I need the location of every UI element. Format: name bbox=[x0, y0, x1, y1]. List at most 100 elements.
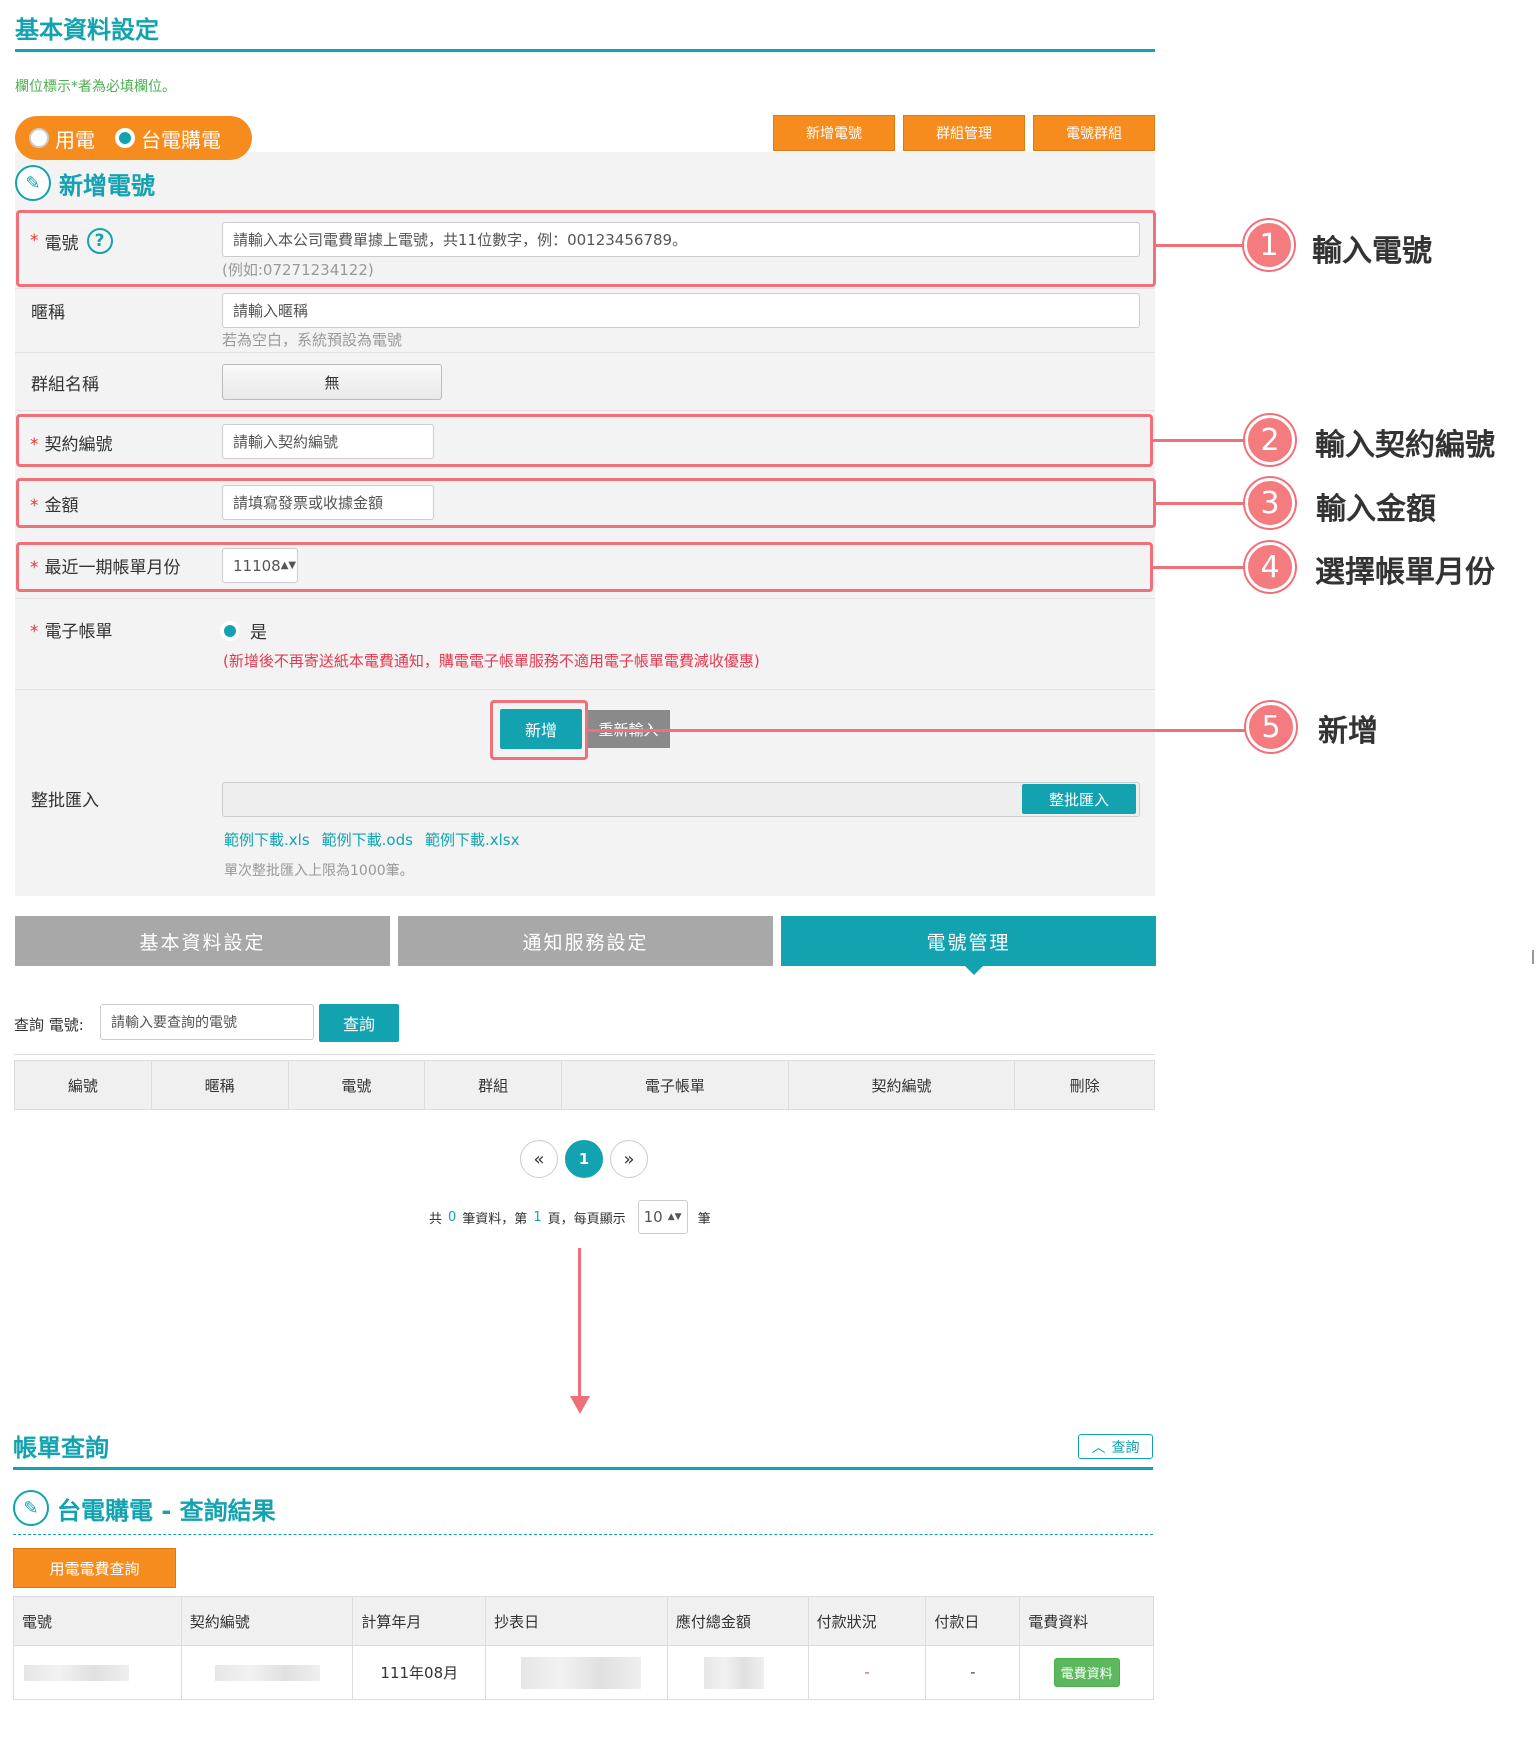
fee-query-button[interactable]: 用電電費查詢 bbox=[13, 1548, 176, 1588]
bill-query-label: 查詢 bbox=[1111, 1439, 1140, 1456]
section-header: ✎ 新增電號 bbox=[15, 165, 155, 201]
ebill-label-wrap: * 電子帳單 bbox=[30, 617, 113, 642]
month-select[interactable]: 11108 ▲▼ bbox=[222, 548, 298, 583]
bill-title: 帳單查詢 bbox=[13, 1434, 109, 1462]
tab-notify-settings[interactable]: 通知服務設定 bbox=[398, 916, 773, 966]
dashed-divider bbox=[13, 1534, 1153, 1535]
tab-basic-settings[interactable]: 基本資料設定 bbox=[15, 916, 390, 966]
cell-amount bbox=[668, 1646, 809, 1699]
nickname-label: 暱稱 bbox=[31, 303, 65, 323]
batch-import-button[interactable]: 整批匯入 bbox=[1022, 784, 1136, 814]
prev-page-button[interactable]: « bbox=[520, 1140, 558, 1178]
callout-line-1 bbox=[1156, 244, 1256, 247]
result-header: ✎ 台電購電 - 查詢結果 bbox=[13, 1490, 276, 1526]
add-meter-button[interactable]: 新增電號 bbox=[773, 115, 895, 151]
nickname-input[interactable]: 請輸入暱稱 bbox=[222, 293, 1140, 328]
required-star: * bbox=[30, 231, 39, 251]
callout-line-2 bbox=[1153, 439, 1256, 442]
redacted-read-date bbox=[521, 1656, 642, 1689]
query-button[interactable]: 查詢 bbox=[319, 1004, 399, 1042]
bh-read-date: 抄表日 bbox=[486, 1597, 668, 1645]
th-phone: 電號 bbox=[289, 1061, 426, 1109]
divider bbox=[14, 1054, 1155, 1055]
redacted-phone bbox=[24, 1664, 129, 1681]
cell-detail: 電費資料 bbox=[1020, 1646, 1153, 1699]
month-label: 最近一期帳單月份 bbox=[44, 558, 181, 578]
nickname-hint: 若為空白，系統預設為電號 bbox=[222, 331, 403, 349]
bh-phone: 電號 bbox=[14, 1597, 182, 1645]
bh-detail: 電費資料 bbox=[1028, 1612, 1089, 1631]
total-mid: 筆資料，第 bbox=[462, 1211, 528, 1227]
radio-option2-selected[interactable] bbox=[115, 128, 135, 148]
ebill-option[interactable]: 是 bbox=[220, 618, 267, 643]
scrollbar-marker[interactable] bbox=[1532, 950, 1534, 964]
bh-contract: 契約編號 bbox=[182, 1597, 354, 1645]
required-star: * bbox=[30, 435, 39, 455]
amount-label-wrap: * 金額 bbox=[30, 491, 79, 516]
batch-file-input[interactable] bbox=[222, 782, 1140, 817]
sample-xlsx-link[interactable]: 範例下載.xlsx bbox=[425, 829, 520, 850]
radio-option1[interactable] bbox=[29, 128, 49, 148]
ebill-label: 電子帳單 bbox=[44, 622, 113, 642]
redacted-amount bbox=[703, 1656, 764, 1689]
fee-detail-button[interactable]: 電費資料 bbox=[1053, 1658, 1120, 1687]
flow-arrow-head bbox=[570, 1396, 590, 1414]
option1-label[interactable]: 用電 bbox=[55, 124, 95, 153]
ebill-radio-selected[interactable] bbox=[220, 620, 240, 641]
sample-xls-link[interactable]: 範例下載.xls bbox=[224, 829, 310, 850]
amount-input[interactable]: 請填寫發票或收據金額 bbox=[222, 485, 434, 520]
month-value: 11108 bbox=[233, 556, 281, 575]
callout-text-5: 新增 bbox=[1318, 714, 1378, 749]
page-title: 基本資料設定 bbox=[15, 16, 159, 44]
page-1-button[interactable]: 1 bbox=[565, 1140, 603, 1178]
callout-text-4: 選擇帳單月份 bbox=[1315, 555, 1495, 590]
bill-title-bar: 帳單查詢 bbox=[13, 1428, 1153, 1470]
callout-text-2: 輸入契約編號 bbox=[1315, 428, 1495, 463]
add-submit-button[interactable]: 新增 bbox=[500, 709, 582, 749]
cell-month: 111年08月 bbox=[353, 1646, 487, 1699]
select-arrows-icon: ▲▼ bbox=[667, 1212, 682, 1222]
contract-input[interactable]: 請輸入契約編號 bbox=[222, 424, 434, 459]
callout-badge-2: 2 bbox=[1245, 415, 1295, 465]
ebill-option-label: 是 bbox=[250, 623, 267, 643]
callout-text-3: 輸入金額 bbox=[1316, 492, 1436, 527]
section-title: 新增電號 bbox=[59, 171, 155, 200]
required-star: * bbox=[30, 496, 39, 516]
divider bbox=[15, 288, 1155, 289]
phone-input[interactable]: 請輸入本公司電費單據上電號，共11位數字，例：00123456789。 bbox=[222, 222, 1140, 257]
th-ebill: 電子帳單 bbox=[562, 1061, 789, 1109]
bill-query-toggle-button[interactable]: ︿ 查詢 bbox=[1078, 1434, 1153, 1459]
per-page-select[interactable]: 10 ▲▼ bbox=[637, 1200, 688, 1234]
callout-badge-3: 3 bbox=[1245, 478, 1295, 528]
required-note: 欄位標示*者為必填欄位。 bbox=[15, 79, 176, 95]
query-label: 查詢 電號: bbox=[14, 1016, 84, 1034]
per-page-value: 10 bbox=[643, 1208, 663, 1226]
flow-arrow-line bbox=[578, 1248, 581, 1400]
callout-line-4 bbox=[1153, 566, 1256, 569]
callout-text-1: 輸入電號 bbox=[1312, 234, 1432, 269]
callout-badge-4: 4 bbox=[1245, 542, 1295, 592]
bh-amount: 應付總金額 bbox=[668, 1597, 809, 1645]
tab-meter-manage[interactable]: 電號管理 bbox=[781, 916, 1156, 966]
option2-label[interactable]: 台電購電 bbox=[141, 124, 221, 153]
callout-box-3 bbox=[16, 478, 1156, 528]
query-input[interactable]: 請輸入要查詢的電號 bbox=[100, 1004, 314, 1040]
divider bbox=[15, 410, 1155, 411]
month-label-wrap: * 最近一期帳單月份 bbox=[30, 553, 181, 578]
th-contract: 契約編號 bbox=[789, 1061, 1016, 1109]
next-page-button[interactable]: » bbox=[610, 1140, 648, 1178]
divider bbox=[15, 689, 1155, 690]
phone-label-wrap: * 電號 ? bbox=[30, 228, 113, 254]
group-select-button[interactable]: 無 bbox=[222, 364, 442, 400]
meter-group-button[interactable]: 電號群組 bbox=[1033, 115, 1155, 151]
callout-line-3 bbox=[1156, 502, 1256, 505]
tab-active-pointer bbox=[964, 965, 984, 975]
th-delete: 刪除 bbox=[1069, 1076, 1100, 1095]
select-arrows-icon: ▲▼ bbox=[280, 560, 297, 571]
group-label: 群組名稱 bbox=[31, 375, 99, 395]
help-icon[interactable]: ? bbox=[86, 228, 113, 254]
meter-table-header: 編號 暱稱 電號 群組 電子帳單 契約編號 刪除 bbox=[14, 1060, 1155, 1110]
group-manage-button[interactable]: 群組管理 bbox=[903, 115, 1025, 151]
sample-ods-link[interactable]: 範例下載.ods bbox=[322, 829, 413, 850]
ebill-note: (新增後不再寄送紙本電費通知，購電電子帳單服務不適用電子帳單電費減收優惠) bbox=[223, 652, 760, 670]
